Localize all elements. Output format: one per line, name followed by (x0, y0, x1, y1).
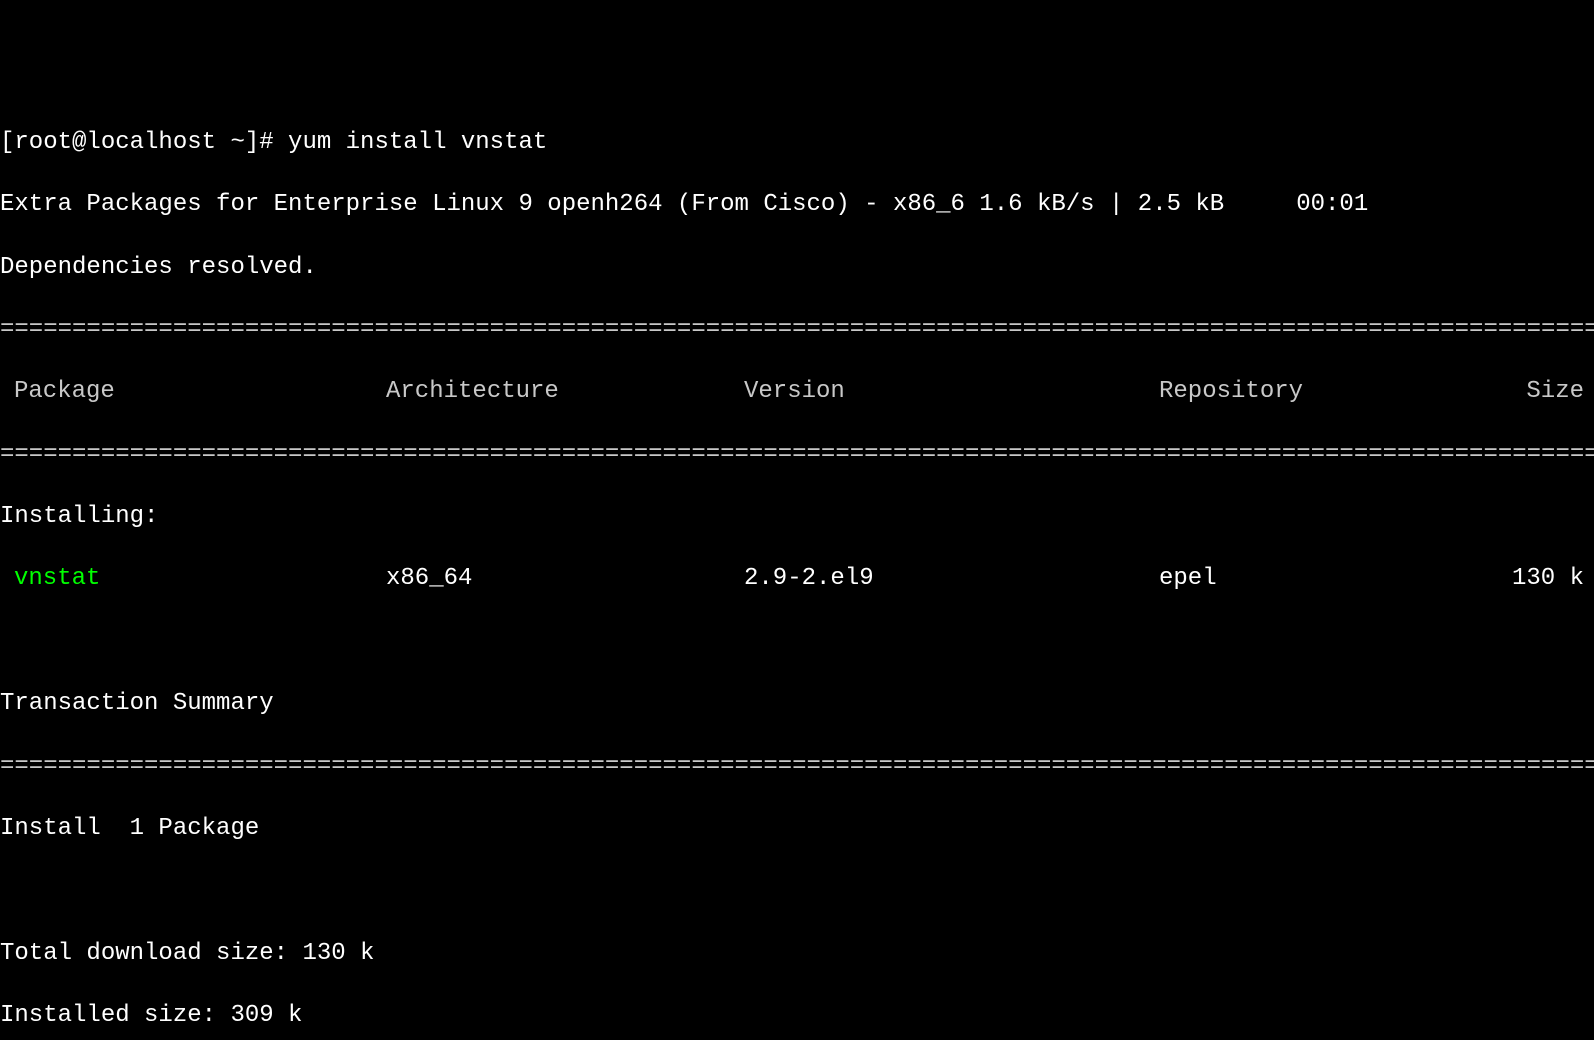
shell-prompt: [root@localhost ~]# (0, 129, 288, 156)
header-version: Version (744, 376, 1159, 407)
header-size: Size (1419, 376, 1594, 407)
command-line[interactable]: [root@localhost ~]# yum install vnstat (0, 127, 1594, 158)
transaction-summary-label: Transaction Summary (0, 688, 1594, 719)
install-count: Install 1 Package (0, 813, 1594, 844)
rule-top: ========================================… (0, 314, 1594, 345)
command-text: yum install vnstat (288, 129, 547, 156)
rule-mid: ========================================… (0, 439, 1594, 470)
deps-resolved-line: Dependencies resolved. (0, 252, 1594, 283)
header-repo: Repository (1159, 376, 1419, 407)
blank-line-2 (0, 875, 1594, 906)
rule-bottom: ========================================… (0, 751, 1594, 782)
installing-label: Installing: (0, 501, 1594, 532)
blank-line (0, 626, 1594, 657)
installed-size: Installed size: 309 k (0, 1000, 1594, 1031)
package-size: 130 k (1419, 563, 1594, 594)
table-row: vnstat x86_64 2.9-2.el9 epel 130 k (0, 563, 1594, 594)
package-name: vnstat (0, 563, 386, 594)
download-size: Total download size: 130 k (0, 938, 1594, 969)
package-version: 2.9-2.el9 (744, 563, 1159, 594)
repo-status-line: Extra Packages for Enterprise Linux 9 op… (0, 189, 1594, 220)
package-repo: epel (1159, 563, 1419, 594)
table-header: Package Architecture Version Repository … (0, 376, 1594, 407)
header-arch: Architecture (386, 376, 744, 407)
package-arch: x86_64 (386, 563, 744, 594)
header-package: Package (0, 376, 386, 407)
